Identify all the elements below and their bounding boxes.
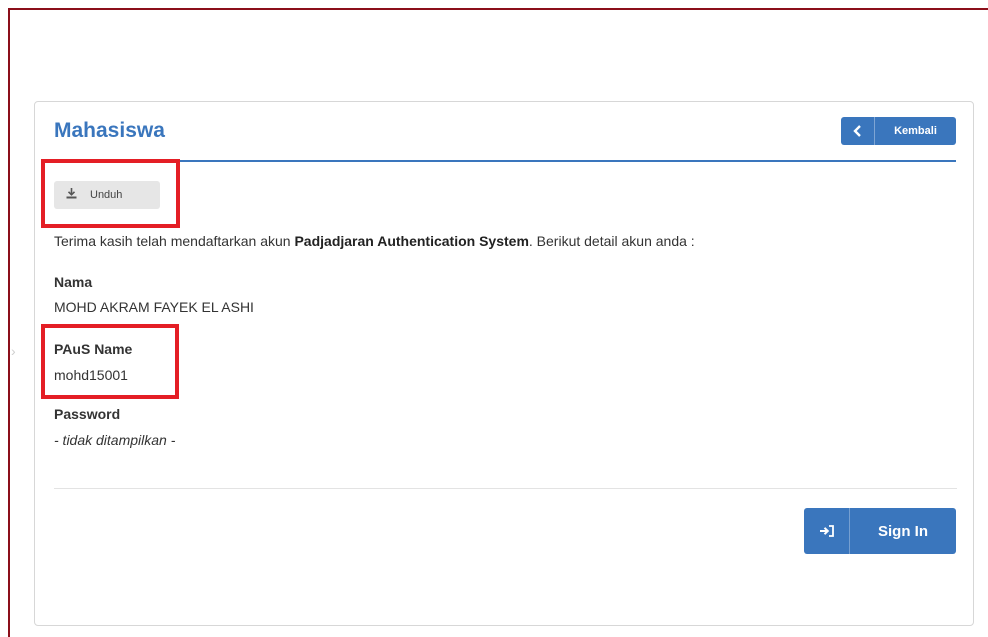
paus-name-label: PAuS Name	[54, 341, 133, 357]
sign-in-button[interactable]: Sign In	[804, 508, 956, 554]
intro-before: Terima kasih telah mendaftarkan akun	[54, 233, 295, 249]
download-icon	[54, 188, 88, 202]
paus-name-value: mohd15001	[54, 367, 128, 383]
chevron-right-icon[interactable]: ›	[11, 343, 16, 359]
registration-panel: Mahasiswa Kembali Unduh Terima kasih tel…	[34, 101, 974, 626]
nama-label: Nama	[54, 274, 93, 290]
download-button-label: Unduh	[90, 189, 123, 201]
intro-text: Terima kasih telah mendaftarkan akun Pad…	[54, 233, 695, 249]
back-button-label: Kembali	[894, 125, 937, 137]
intro-system-name: Padjadjaran Authentication System	[294, 233, 529, 249]
back-button[interactable]: Kembali	[841, 117, 956, 145]
nama-value: MOHD AKRAM FAYEK EL ASHI	[54, 299, 254, 315]
divider	[54, 488, 957, 489]
password-label: Password	[54, 406, 121, 422]
chevron-left-icon	[841, 117, 875, 145]
sign-in-label: Sign In	[878, 522, 928, 540]
download-button[interactable]: Unduh	[54, 181, 160, 209]
panel-title: Mahasiswa	[54, 119, 165, 142]
intro-after: . Berikut detail akun anda :	[528, 233, 695, 249]
panel-header: Mahasiswa Kembali	[52, 116, 956, 162]
sign-in-icon	[804, 508, 850, 554]
password-value: - tidak ditampilkan -	[54, 432, 176, 448]
